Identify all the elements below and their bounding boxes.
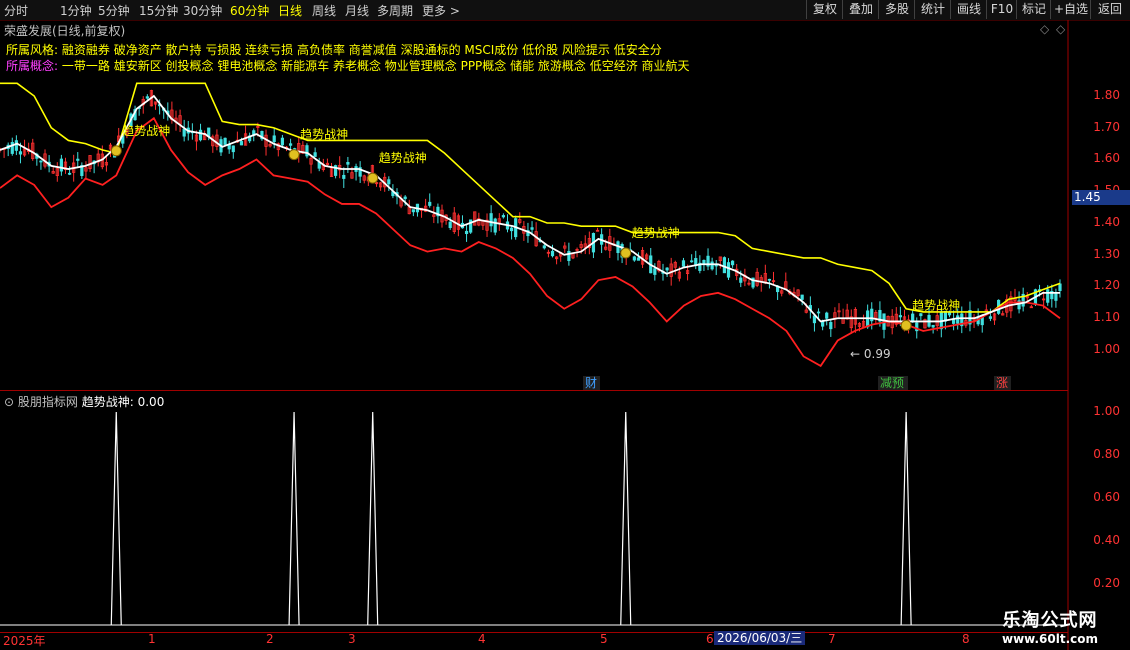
event-marker: 减预 [880,376,904,390]
candle-body [509,227,514,232]
signal-label: 趋势战神 [379,151,427,165]
event-marker: 涨 [996,375,1008,390]
candle-body [800,294,804,300]
candle-body [346,161,350,165]
candle-body [681,260,686,267]
indicator-spike [367,411,379,626]
candle-body [239,141,244,146]
candle-body [493,218,497,233]
signal-label: 趋势战神 [300,128,348,142]
candle-body [464,230,469,235]
candle-body [825,312,829,319]
candle-body [821,321,825,327]
candle-body [231,145,235,153]
candle-body [542,245,546,249]
candle-body [530,227,534,230]
candle-body [14,140,18,151]
candle-body [726,262,731,278]
candle-body [730,260,735,266]
indicator-spike [110,411,122,626]
dollar-icon [620,247,632,259]
dollar-icon [367,172,379,184]
candle-body [898,315,902,318]
candle-body [816,311,821,314]
signal-label: 趋势战神 [632,226,680,240]
candle-body [67,172,72,175]
signal-label: 趋势战神 [122,124,170,138]
candle-body [18,151,23,155]
low-price-label: ← 0.99 [850,347,891,361]
candle-body [665,267,669,271]
candle-body [550,250,555,257]
candle-body [632,256,636,261]
indicator-spike [900,411,912,626]
candle-body [653,268,657,275]
candle-body [403,196,407,200]
candle-body [1054,292,1058,301]
indicator-spike [288,411,300,626]
candle-body [387,179,391,185]
candle-body [919,313,923,317]
candle-body [313,152,317,157]
candle-body [690,260,694,263]
candle-body [501,215,505,218]
candle-body [182,128,186,137]
candle-body [76,158,80,161]
candle-body [198,129,203,141]
candle-body [812,315,817,324]
indicator-spike [620,411,632,626]
candle-body [10,142,14,154]
dollar-icon [288,149,300,161]
candle-body [272,135,276,142]
candle-body [931,324,935,328]
candle-body [710,261,714,270]
candle-body [223,137,227,145]
candle-body [567,250,571,262]
candle-body [694,258,698,266]
candle-body [702,259,706,264]
candle-body [305,145,309,157]
candle-body [342,174,346,179]
candle-body [767,278,772,281]
candle-body [59,158,63,172]
candle-body [1046,289,1050,303]
candle-body [489,213,493,227]
candle-body [39,160,43,163]
lower-band-line [0,116,1061,368]
watermark-url: www.60lt.com [1001,632,1099,646]
candle-body [1058,283,1062,292]
candle-body [829,322,833,330]
kline-chart: 趋势战神 趋势战神趋势战神趋势战神趋势战神← 0.99财 减预涨 [0,20,1069,650]
candle-body [956,315,960,324]
dollar-icon [900,319,912,331]
signal-label: 趋势战神 [912,298,960,312]
dollar-icon [110,145,122,157]
upper-band-line [0,82,1061,313]
candle-body [988,316,993,319]
watermark: 乐淘公式网 www.60lt.com [975,606,1125,646]
candle-body [411,209,415,213]
candle-body [280,137,284,146]
candle-body [722,257,727,274]
candle-body [145,96,149,99]
candle-body [739,277,743,283]
candle-body [428,201,432,206]
candle-body [636,257,641,261]
watermark-title: 乐淘公式网 [1002,610,1098,631]
candle-body [288,143,293,146]
event-marker: 财 [585,376,597,390]
candle-body [448,221,452,229]
